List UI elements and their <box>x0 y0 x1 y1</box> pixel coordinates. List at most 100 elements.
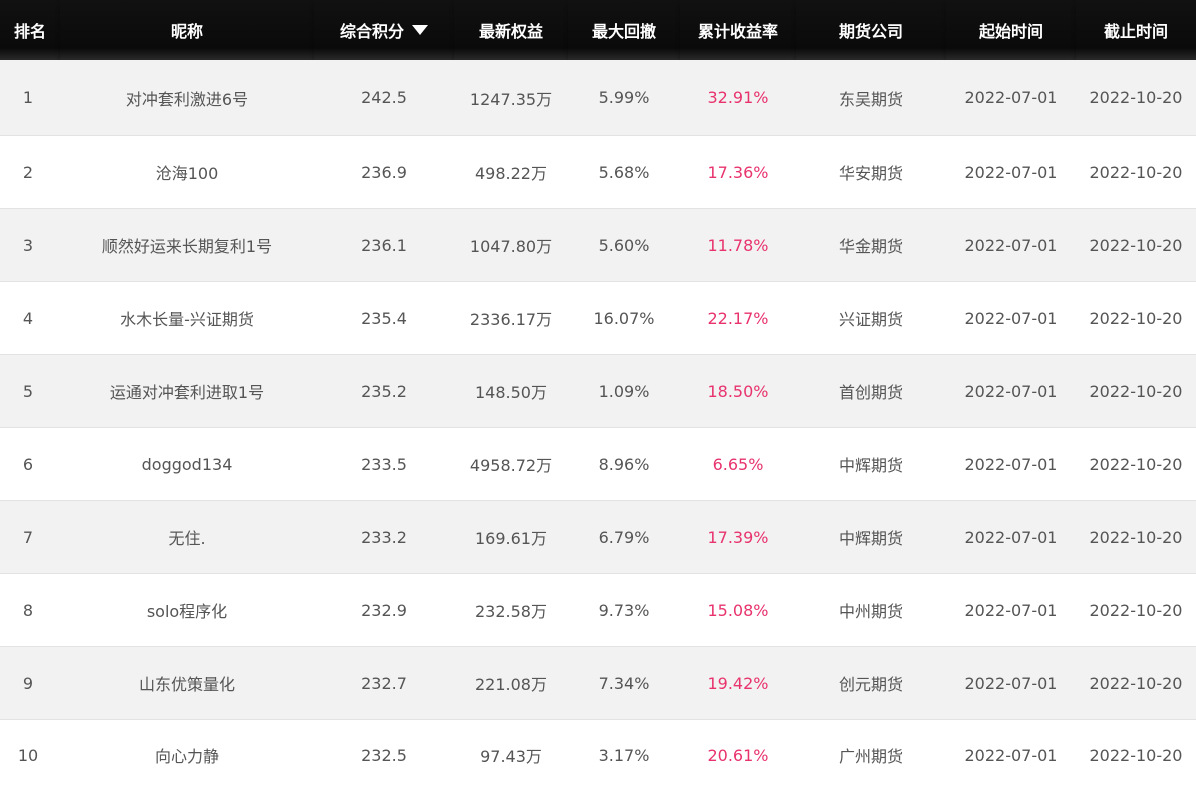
table-row[interactable]: 6 doggod134 233.5 4958.72万 8.96% 6.65% 中… <box>0 427 1196 501</box>
cell-return: 18.50% <box>680 354 796 428</box>
cell-start-date: 2022-07-01 <box>946 135 1076 209</box>
cell-rank: 5 <box>0 354 60 428</box>
cell-start-date: 2022-07-01 <box>946 281 1076 355</box>
cell-nickname[interactable]: 山东优策量化 <box>60 646 314 720</box>
cell-rank: 8 <box>0 573 60 647</box>
cell-end-date: 2022-10-20 <box>1076 646 1196 720</box>
cell-drawdown: 5.99% <box>568 60 680 136</box>
table-row[interactable]: 1 对冲套利激进6号 242.5 1247.35万 5.99% 32.91% 东… <box>0 60 1196 136</box>
cell-equity: 169.61万 <box>454 500 568 574</box>
cell-equity: 4958.72万 <box>454 427 568 501</box>
cell-start-date: 2022-07-01 <box>946 60 1076 136</box>
column-header-drawdown[interactable]: 最大回撤 <box>568 0 680 60</box>
table-row[interactable]: 10 向心力静 232.5 97.43万 3.17% 20.61% 广州期货 2… <box>0 719 1196 790</box>
cell-return: 17.39% <box>680 500 796 574</box>
ranking-table: 排名 昵称 综合积分 最新权益 最大回撤 累计收益率 期货公司 起始时间 截止时… <box>0 0 1196 790</box>
cell-score: 242.5 <box>314 60 454 136</box>
cell-return: 15.08% <box>680 573 796 647</box>
cell-return: 17.36% <box>680 135 796 209</box>
cell-score: 233.2 <box>314 500 454 574</box>
table-body: 1 对冲套利激进6号 242.5 1247.35万 5.99% 32.91% 东… <box>0 60 1196 790</box>
cell-drawdown: 5.60% <box>568 208 680 282</box>
cell-start-date: 2022-07-01 <box>946 500 1076 574</box>
cell-end-date: 2022-10-20 <box>1076 60 1196 136</box>
cell-nickname[interactable]: 向心力静 <box>60 719 314 790</box>
cell-return: 22.17% <box>680 281 796 355</box>
table-row[interactable]: 9 山东优策量化 232.7 221.08万 7.34% 19.42% 创元期货… <box>0 646 1196 720</box>
cell-equity: 97.43万 <box>454 719 568 790</box>
column-header-return[interactable]: 累计收益率 <box>680 0 796 60</box>
cell-broker: 兴证期货 <box>796 281 946 355</box>
cell-start-date: 2022-07-01 <box>946 354 1076 428</box>
cell-score: 236.1 <box>314 208 454 282</box>
cell-end-date: 2022-10-20 <box>1076 719 1196 790</box>
cell-nickname[interactable]: 对冲套利激进6号 <box>60 60 314 136</box>
cell-end-date: 2022-10-20 <box>1076 135 1196 209</box>
cell-start-date: 2022-07-01 <box>946 427 1076 501</box>
cell-nickname[interactable]: doggod134 <box>60 427 314 501</box>
cell-end-date: 2022-10-20 <box>1076 281 1196 355</box>
cell-start-date: 2022-07-01 <box>946 646 1076 720</box>
cell-drawdown: 3.17% <box>568 719 680 790</box>
column-header-start-label: 起始时间 <box>978 22 1043 41</box>
column-header-broker[interactable]: 期货公司 <box>796 0 946 60</box>
table-row[interactable]: 2 沧海100 236.9 498.22万 5.68% 17.36% 华安期货 … <box>0 135 1196 209</box>
cell-nickname[interactable]: solo程序化 <box>60 573 314 647</box>
cell-end-date: 2022-10-20 <box>1076 208 1196 282</box>
cell-drawdown: 9.73% <box>568 573 680 647</box>
column-header-broker-label: 期货公司 <box>838 22 903 41</box>
cell-nickname[interactable]: 顺然好运来长期复利1号 <box>60 208 314 282</box>
cell-return: 20.61% <box>680 719 796 790</box>
cell-score: 232.9 <box>314 573 454 647</box>
cell-nickname[interactable]: 沧海100 <box>60 135 314 209</box>
column-header-equity-label: 最新权益 <box>478 22 543 41</box>
column-header-end-label: 截止时间 <box>1103 22 1168 41</box>
cell-score: 235.2 <box>314 354 454 428</box>
cell-nickname[interactable]: 无住. <box>60 500 314 574</box>
table-row[interactable]: 7 无住. 233.2 169.61万 6.79% 17.39% 中辉期货 20… <box>0 500 1196 574</box>
cell-drawdown: 1.09% <box>568 354 680 428</box>
header-row: 排名 昵称 综合积分 最新权益 最大回撤 累计收益率 期货公司 起始时间 截止时… <box>0 0 1196 60</box>
cell-equity: 148.50万 <box>454 354 568 428</box>
cell-return: 19.42% <box>680 646 796 720</box>
column-header-equity[interactable]: 最新权益 <box>454 0 568 60</box>
cell-score: 232.5 <box>314 719 454 790</box>
cell-end-date: 2022-10-20 <box>1076 573 1196 647</box>
column-header-score-label: 综合积分 <box>339 22 404 41</box>
cell-broker: 中辉期货 <box>796 500 946 574</box>
column-header-nickname[interactable]: 昵称 <box>60 0 314 60</box>
column-header-score[interactable]: 综合积分 <box>314 0 454 60</box>
table-row[interactable]: 3 顺然好运来长期复利1号 236.1 1047.80万 5.60% 11.78… <box>0 208 1196 282</box>
cell-rank: 4 <box>0 281 60 355</box>
cell-nickname[interactable]: 水木长量-兴证期货 <box>60 281 314 355</box>
column-header-start[interactable]: 起始时间 <box>946 0 1076 60</box>
cell-return: 6.65% <box>680 427 796 501</box>
table-row[interactable]: 4 水木长量-兴证期货 235.4 2336.17万 16.07% 22.17%… <box>0 281 1196 355</box>
cell-start-date: 2022-07-01 <box>946 573 1076 647</box>
cell-end-date: 2022-10-20 <box>1076 500 1196 574</box>
cell-broker: 首创期货 <box>796 354 946 428</box>
cell-broker: 中州期货 <box>796 573 946 647</box>
cell-score: 233.5 <box>314 427 454 501</box>
cell-start-date: 2022-07-01 <box>946 208 1076 282</box>
cell-end-date: 2022-10-20 <box>1076 427 1196 501</box>
column-header-rank[interactable]: 排名 <box>0 0 60 60</box>
cell-drawdown: 6.79% <box>568 500 680 574</box>
cell-return: 32.91% <box>680 60 796 136</box>
cell-score: 232.7 <box>314 646 454 720</box>
cell-broker: 广州期货 <box>796 719 946 790</box>
cell-broker: 华金期货 <box>796 208 946 282</box>
table-header: 排名 昵称 综合积分 最新权益 最大回撤 累计收益率 期货公司 起始时间 截止时… <box>0 0 1196 60</box>
cell-rank: 9 <box>0 646 60 720</box>
table-row[interactable]: 5 运通对冲套利进取1号 235.2 148.50万 1.09% 18.50% … <box>0 354 1196 428</box>
cell-score: 235.4 <box>314 281 454 355</box>
cell-rank: 10 <box>0 719 60 790</box>
column-header-end[interactable]: 截止时间 <box>1076 0 1196 60</box>
column-header-return-label: 累计收益率 <box>697 22 778 41</box>
cell-broker: 中辉期货 <box>796 427 946 501</box>
cell-end-date: 2022-10-20 <box>1076 354 1196 428</box>
column-header-nickname-label: 昵称 <box>170 22 203 41</box>
sort-descending-icon[interactable] <box>412 25 428 35</box>
table-row[interactable]: 8 solo程序化 232.9 232.58万 9.73% 15.08% 中州期… <box>0 573 1196 647</box>
cell-nickname[interactable]: 运通对冲套利进取1号 <box>60 354 314 428</box>
